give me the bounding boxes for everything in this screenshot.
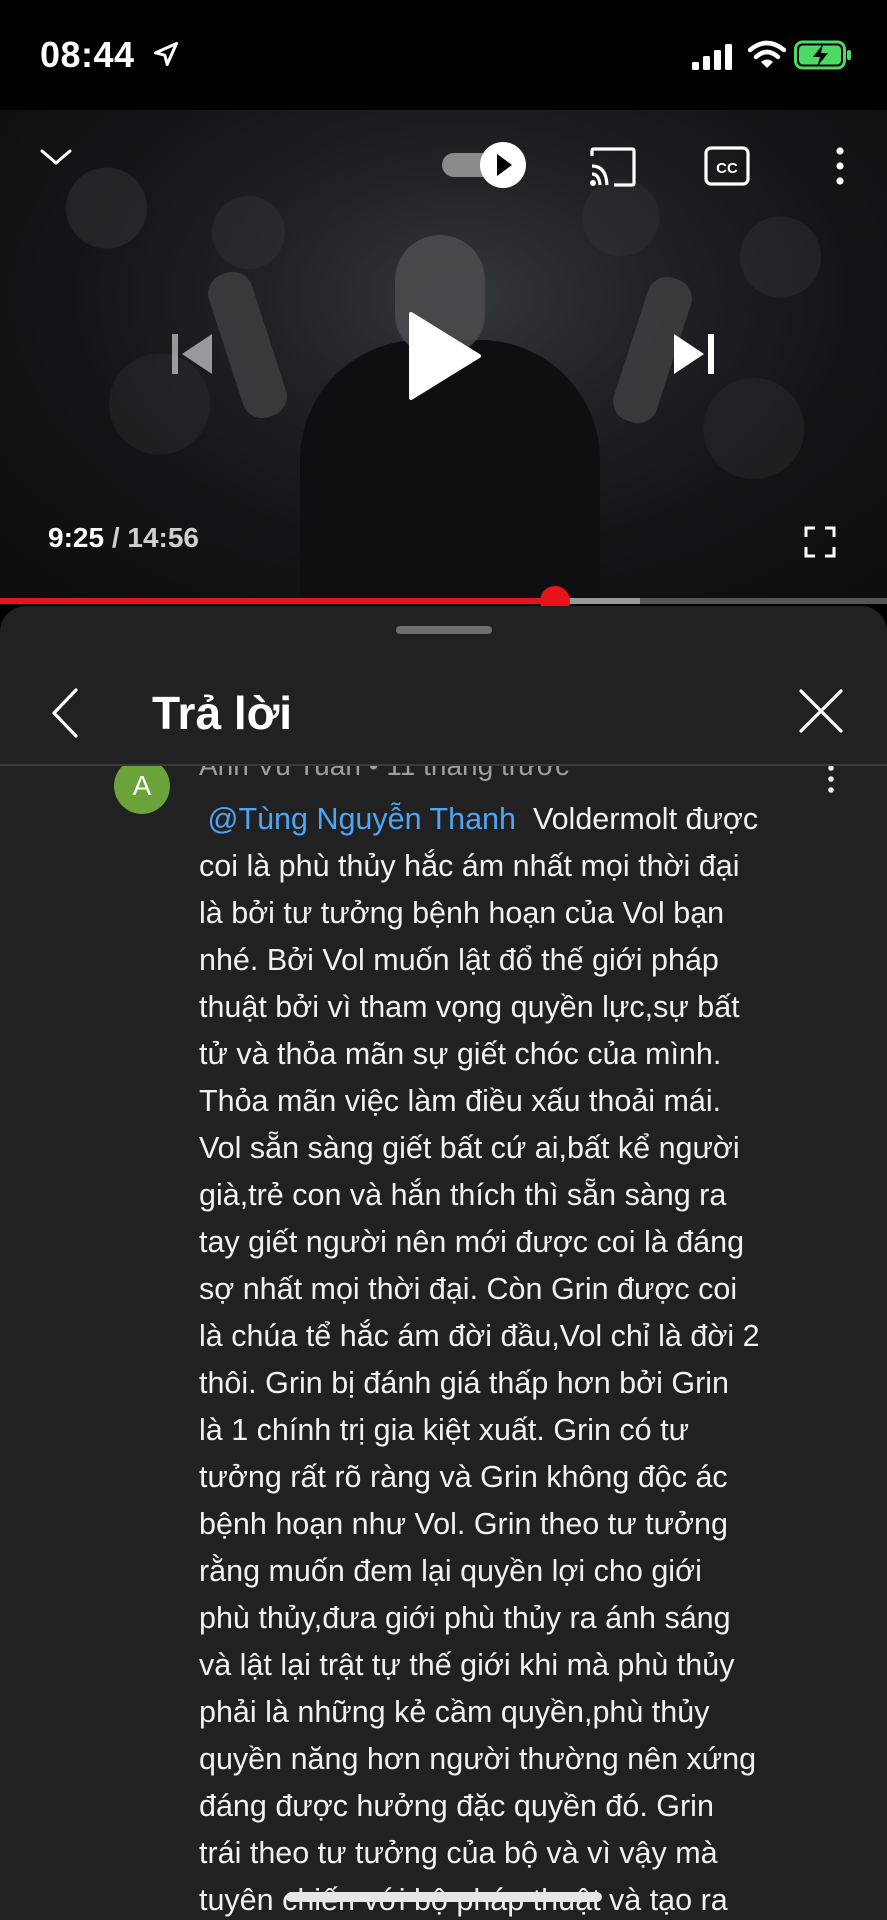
battery-charging-icon (794, 40, 851, 70)
reply-text-line: là chúa tể hắc ám đời đầu,Vol chỉ là đời… (199, 1319, 760, 1353)
video-progress-bar[interactable] (0, 586, 887, 616)
reply-text-line: là 1 chính trị gia kiệt xuất. Grin có tư (199, 1413, 689, 1447)
current-time: 9:25 (48, 522, 105, 553)
reply-text-line: sợ nhất mọi thời đại. Còn Grin được coi (199, 1272, 738, 1306)
reply-text-line: Vol sẵn sàng giết bất cứ ai,bất kể người (199, 1131, 740, 1165)
reply-text-line: đáng được hưởng đặc quyền đó. Grin (199, 1789, 714, 1823)
next-icon[interactable] (670, 330, 718, 378)
reply-text-line: quyền năng hơn người thường nên xứng (199, 1742, 757, 1776)
status-bar: 08:44 (0, 0, 887, 110)
autoplay-toggle-icon[interactable] (440, 141, 530, 189)
reply-first-line: @Tùng Nguyễn Thanh Voldermolt được (199, 796, 849, 843)
wifi-icon (748, 40, 786, 68)
reply-text-line: trái theo tư tưởng của bộ và vì vậy mà (199, 1836, 718, 1870)
progress-played (0, 598, 556, 604)
reply-text-line: tử và thỏa mãn sự giết chóc của mình. (199, 1037, 722, 1071)
fullscreen-icon[interactable] (804, 526, 836, 558)
reply-text-line: phù thủy,đưa giới phù thủy ra ánh sáng (199, 1601, 731, 1635)
reply-text-line: nhé. Bởi Vol muốn lật đổ thế giới pháp (199, 943, 719, 977)
time-separator: / (104, 522, 128, 553)
reply-text-line: già,trẻ con và hắn thích thì sẵn sàng ra (199, 1178, 727, 1212)
cast-icon[interactable] (588, 146, 638, 188)
closed-captions-icon[interactable]: CC (704, 146, 750, 186)
previous-icon[interactable] (168, 330, 216, 378)
reply-text-line: phải là những kẻ cầm quyền,phù thủy (199, 1695, 710, 1729)
reply-text-line: bệnh hoạn như Vol. Grin theo tư tưởng (199, 1507, 728, 1541)
video-duration: 14:56 (127, 522, 200, 553)
panel-title: Trả lời (152, 687, 293, 739)
reply-text-line: Voldermolt được (532, 802, 759, 836)
reply-text-line: và lật lại trật tự thế giới khi mà phù t… (199, 1648, 735, 1682)
home-indicator[interactable] (286, 1892, 602, 1902)
reply-text-line: thuật bởi vì tham vọng quyền lực,sự bất (199, 990, 740, 1024)
back-arrow-icon[interactable] (50, 688, 80, 738)
reply-list: A Anh Vũ Tuấn • 11 tháng trước @Tùng Ngu… (0, 766, 887, 1920)
close-icon[interactable] (798, 688, 844, 734)
reply-text-line: tay giết người nên mới được coi là đáng (199, 1225, 745, 1259)
play-icon[interactable] (405, 310, 483, 402)
reply-lines: coi là phù thủy hắc ám nhất mọi thời đại… (199, 843, 849, 1920)
reply-text-line: coi là phù thủy hắc ám nhất mọi thời đại (199, 849, 740, 883)
more-vertical-icon[interactable] (828, 146, 852, 186)
reply-text-line: là bởi tư tưởng bệnh hoạn của Vol bạn (199, 896, 725, 930)
reply-text-line: thôi. Grin bị đánh giá thấp hơn bởi Grin (199, 1366, 729, 1400)
chevron-down-icon[interactable] (38, 145, 74, 169)
reply-text-line: tưởng rất rõ ràng và Grin không độc ác (199, 1460, 728, 1494)
location-arrow-icon (153, 41, 179, 67)
reply-text: @Tùng Nguyễn Thanh Voldermolt được coi l… (199, 796, 849, 1920)
drag-handle[interactable] (396, 626, 492, 634)
video-timecode: 9:25 / 14:56 (48, 522, 199, 554)
mention-link[interactable]: @Tùng Nguyễn Thanh (207, 802, 516, 836)
reply-meta: Anh Vũ Tuấn • 11 tháng trước (199, 766, 569, 782)
avatar[interactable]: A (114, 766, 170, 814)
panel-header: Trả lời (0, 636, 887, 766)
cellular-signal-icon (692, 44, 732, 70)
more-vertical-icon[interactable] (824, 766, 838, 794)
replies-panel: Trả lời A Anh Vũ Tuấn • 11 tháng trước @… (0, 606, 887, 1920)
reply-text-line: Thỏa mãn việc làm điều xấu thoải mái. (199, 1084, 722, 1118)
status-time: 08:44 (40, 34, 135, 75)
svg-text:CC: CC (716, 160, 738, 177)
reply-text-line: rằng muốn đem lại quyền lợi cho giới (199, 1554, 702, 1588)
